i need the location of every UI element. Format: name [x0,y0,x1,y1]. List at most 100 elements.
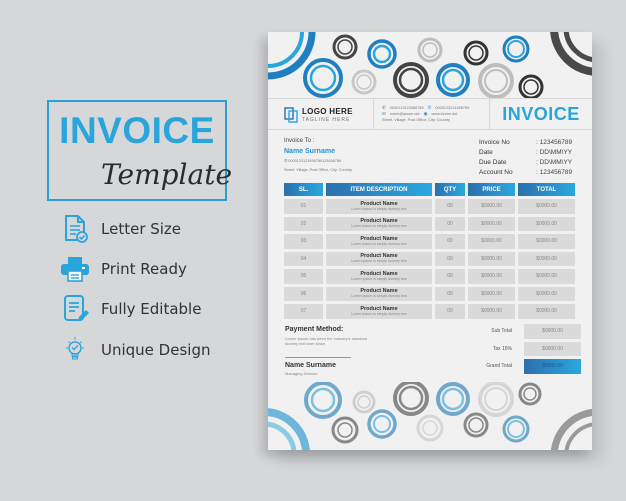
ring-arc [563,32,592,62]
ring-arc [268,421,297,450]
bill-to-block: Invoice To : Name Surname ✆ 000012312345… [284,138,352,172]
cell-total: $0000.00 [518,251,575,266]
lightbulb-icon [60,335,90,365]
subtotal-value: $0000.00 [524,324,581,339]
table-row: 06 Product Name Lorem Ipsum is simply dumm… [284,286,578,301]
cell-qty: 00 [435,269,465,284]
meta-row: Invoice No: 123456789 [479,138,573,146]
product-desc: Lorem Ipsum is simply dummy text [351,259,407,264]
cell-sl: 03 [284,234,323,249]
cell-qty: 00 [435,286,465,301]
cell-total: $0000.00 [518,234,575,249]
ring-arc [564,422,592,450]
table-row: 01 Product Name Lorem Ipsum is simply dumm… [284,199,578,214]
contact-block: ✆ 0000123123456789 ✆ 0000123214456789 ✉ lor… [374,99,490,129]
cell-qty: 00 [435,199,465,214]
cell-sl: 05 [284,269,323,284]
cell-sl: 07 [284,304,323,319]
grand-total-value: $0000.00 [524,359,581,374]
ring [367,409,397,439]
document-check-icon [60,214,90,244]
invoice-heading: INVOICE [502,103,580,124]
cell-description: Product Name Lorem Ipsum is simply dummy … [326,251,432,266]
bill-to-phone: 0000123123456789123456789 [288,159,342,163]
items-table: SL. ITEM DESCRIPTION QTY PRICE TOTAL 01 P… [284,183,578,322]
col-header-sl: SL. [284,183,323,196]
feature-label: Fully Editable [101,300,202,318]
bill-to-name: Name Surname [284,148,335,155]
cell-description: Product Name Lorem Ipsum is simply dummy … [326,199,432,214]
table-row: 04 Product Name Lorem Ipsum is simply dumm… [284,251,578,266]
top-circle-decoration [268,32,592,98]
payment-text: Lorem Ipsum has been the industry's stan… [285,336,368,346]
signature-role: Managing Director [285,371,318,376]
logo-tagline: TAGLINE HERE [302,117,351,123]
bottom-circle-decoration [268,382,592,450]
cell-qty: 00 [435,304,465,319]
cell-description: Product Name Lorem Ipsum is simply dummy … [326,304,432,319]
tax-value: $0000.00 [524,341,581,356]
col-header-qty: QTY [435,183,465,196]
feature-label: Unique Design [101,341,211,359]
invoice-header: LOGO HERE TAGLINE HERE ✆ 0000123123456789… [268,98,592,130]
cell-sl: 01 [284,199,323,214]
feature-letter-size: Letter Size [60,214,181,244]
table-row: 05 Product Name Lorem Ipsum is simply dumm… [284,269,578,284]
promo-title-box: INVOICE Template [47,100,232,201]
invoice-paper: LOGO HERE TAGLINE HERE ✆ 0000123123456789… [268,32,592,450]
product-desc: Lorem Ipsum is simply dummy text [351,294,407,299]
subtotal-row: Sub Total $0000.00 [458,324,581,339]
ring [331,416,359,444]
cell-description: Product Name Lorem Ipsum is simply dummy … [326,269,432,284]
feature-label: Print Ready [101,260,187,278]
table-row: 07 Product Name Lorem Ipsum is simply dumm… [284,304,578,319]
feature-unique-design: Unique Design [60,335,210,365]
cell-sl: 06 [284,286,323,301]
table-row: 03 Product Name Lorem Ipsum is simply dumm… [284,234,578,249]
cell-price: $0000.00 [468,304,515,319]
cell-total: $0000.00 [518,286,575,301]
edit-document-icon [60,294,90,324]
table-header: SL. ITEM DESCRIPTION QTY PRICE TOTAL [284,183,578,196]
cell-qty: 00 [435,251,465,266]
cell-sl: 02 [284,216,323,231]
meta-row: Date: DD\MM\YY [479,148,573,156]
invoice-meta: Invoice No: 123456789 Date: DD\MM\YY Due… [479,137,572,177]
tax-row: Tax 15% $0000.00 [458,341,581,356]
signature-line [285,357,351,358]
cell-description: Product Name Lorem Ipsum is simply dummy … [326,286,432,301]
phone-icon: ✆ [284,159,288,163]
product-desc: Lorem Ipsum is simply dummy text [351,241,407,246]
totals-block: Sub Total $0000.00 Tax 15% $0000.00 Grand … [458,324,581,377]
feature-print-ready: Print Ready [60,254,187,284]
table-row: 02 Product Name Lorem Ipsum is simply dumm… [284,216,578,231]
ring-arc [550,32,592,76]
ring-arc [550,408,592,450]
col-header-price: PRICE [468,183,515,196]
logo-block: LOGO HERE TAGLINE HERE [268,99,374,129]
bill-to-address: Street, Village, Post Office, City, Coun… [284,168,352,172]
cell-total: $0000.00 [518,269,575,284]
cell-price: $0000.00 [468,199,515,214]
product-desc: Lorem Ipsum is simply dummy text [351,206,407,211]
cell-description: Product Name Lorem Ipsum is simply dummy … [326,216,432,231]
cell-price: $0000.00 [468,269,515,284]
cell-description: Product Name Lorem Ipsum is simply dummy … [326,234,432,249]
cell-total: $0000.00 [518,216,575,231]
feature-label: Letter Size [101,220,182,238]
col-header-description: ITEM DESCRIPTION [326,183,432,196]
col-header-total: TOTAL [518,183,575,196]
cell-price: $0000.00 [468,286,515,301]
promo-title: INVOICE [59,110,215,151]
grand-total-row: Grand Total $0000.00 [458,359,581,374]
meta-row: Account No: 123456789 [479,168,573,176]
feature-fully-editable: Fully Editable [60,294,201,324]
bill-to-label: Invoice To : [284,138,315,144]
cell-price: $0000.00 [468,234,515,249]
cell-qty: 00 [435,216,465,231]
cell-total: $0000.00 [518,304,575,319]
signature-name: Name Surname [285,362,336,369]
cell-price: $0000.00 [468,216,515,231]
cell-total: $0000.00 [518,199,575,214]
company-address: Street, Village, Post Office, City, Coun… [382,118,450,122]
